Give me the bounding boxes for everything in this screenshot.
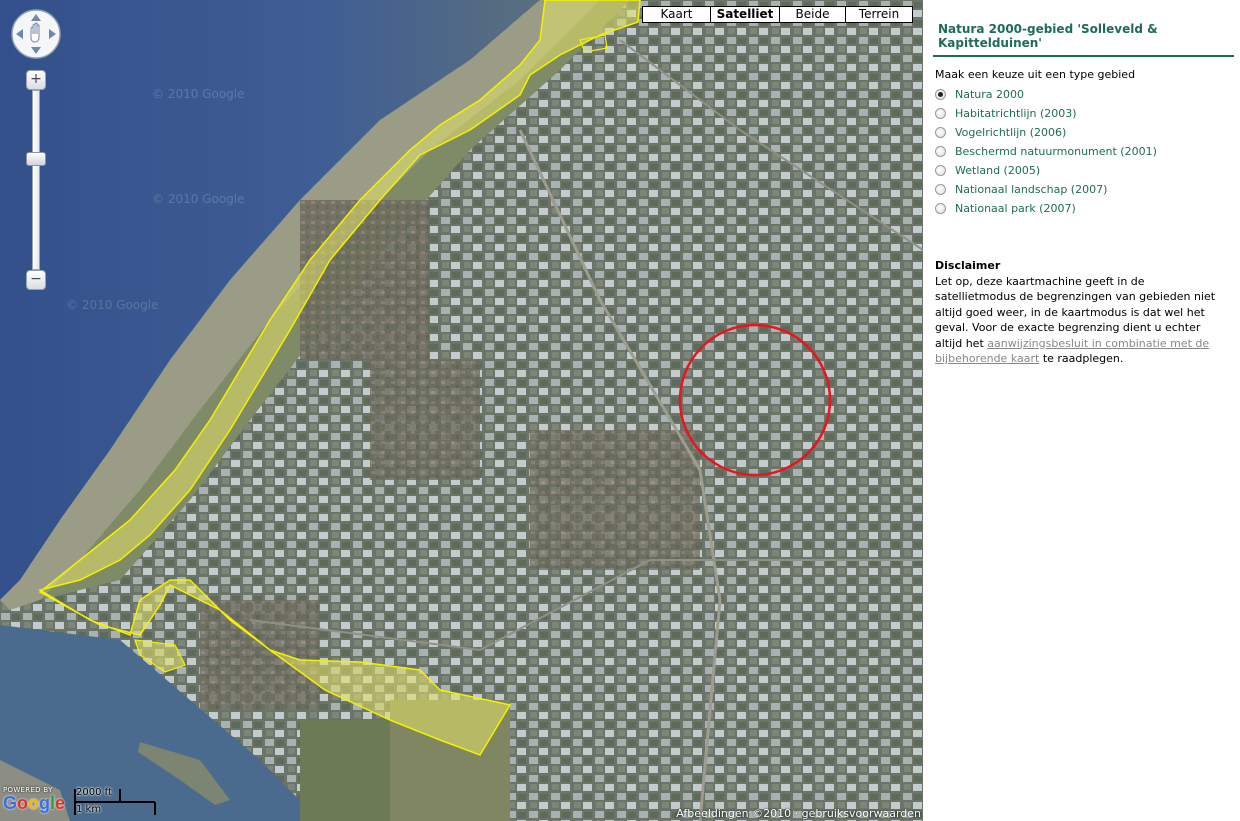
terms-link[interactable]: gebruiksvoorwaarden — [802, 807, 921, 820]
option-vogelrichtlijn[interactable]: Vogelrichtlijn (2006) — [935, 123, 1157, 142]
zoom-control: + − — [26, 70, 46, 292]
google-wordmark: Google — [3, 793, 66, 813]
zoom-slider-handle[interactable] — [26, 152, 46, 166]
option-label: Wetland (2005) — [955, 164, 1041, 177]
zoom-in-button[interactable]: + — [26, 70, 46, 90]
radio-button[interactable] — [935, 89, 946, 100]
title-divider — [933, 55, 1234, 57]
copyright-text: Afbeeldingen ©2010 · — [676, 807, 799, 820]
scale-imperial: 2000 ft — [76, 787, 112, 798]
option-wetland[interactable]: Wetland (2005) — [935, 161, 1157, 180]
map-attribution: Afbeeldingen ©2010 · gebruiksvoorwaarden — [676, 807, 921, 820]
scale-metric: 1 km — [76, 804, 102, 815]
map-type-beide[interactable]: Beide — [779, 6, 846, 23]
map-type-control: Kaart Satelliet Beide Terrein — [642, 6, 913, 23]
zoom-slider-track[interactable] — [32, 90, 40, 270]
map-type-terrein[interactable]: Terrein — [845, 6, 913, 23]
radio-button[interactable] — [935, 146, 946, 157]
satellite-imagery — [0, 0, 923, 821]
radio-button[interactable] — [935, 127, 946, 138]
disclaimer-end: te raadplegen. — [1042, 352, 1124, 365]
option-label: Vogelrichtlijn (2006) — [955, 126, 1067, 139]
disclaimer: Disclaimer Let op, deze kaartmachine gee… — [935, 258, 1225, 367]
option-label: Habitatrichtlijn (2003) — [955, 107, 1077, 120]
area-type-options: Natura 2000 Habitatrichtlijn (2003) Voge… — [935, 85, 1157, 218]
side-panel: Natura 2000-gebied 'Solleveld & Kapittel… — [923, 0, 1240, 821]
option-nationaal-landschap[interactable]: Nationaal landschap (2007) — [935, 180, 1157, 199]
area-type-label: Maak een keuze uit een type gebied — [935, 68, 1136, 81]
map-watermark: © 2010 Google — [66, 298, 159, 312]
google-logo[interactable]: POWERED BY Google — [3, 786, 67, 818]
map-watermark: © 2010 Google — [152, 87, 245, 101]
option-beschermd-natuurmonument[interactable]: Beschermd natuurmonument (2001) — [935, 142, 1157, 161]
radio-button[interactable] — [935, 108, 946, 119]
map-watermark: © 2010 Google — [152, 192, 245, 206]
radio-button[interactable] — [935, 203, 946, 214]
map-type-kaart[interactable]: Kaart — [642, 6, 711, 23]
option-label: Nationaal landschap (2007) — [955, 183, 1108, 196]
option-habitatrichtlijn[interactable]: Habitatrichtlijn (2003) — [935, 104, 1157, 123]
radio-button[interactable] — [935, 184, 946, 195]
disclaimer-text: Let op, deze kaartmachine geeft in de sa… — [935, 274, 1225, 367]
pan-control[interactable] — [10, 8, 62, 60]
disclaimer-heading: Disclaimer — [935, 259, 1001, 272]
radio-button[interactable] — [935, 165, 946, 176]
zoom-out-button[interactable]: − — [26, 270, 46, 290]
map-type-satelliet[interactable]: Satelliet — [710, 6, 780, 23]
option-label: Beschermd natuurmonument (2001) — [955, 145, 1157, 158]
option-nationaal-park[interactable]: Nationaal park (2007) — [935, 199, 1157, 218]
option-label: Nationaal park (2007) — [955, 202, 1076, 215]
option-label: Natura 2000 — [955, 88, 1025, 101]
option-natura-2000[interactable]: Natura 2000 — [935, 85, 1157, 104]
map-canvas[interactable]: © 2010 Google © 2010 Google © 2010 Googl… — [0, 0, 923, 821]
scale-bar: 2000 ft 1 km — [72, 787, 158, 819]
panel-title: Natura 2000-gebied 'Solleveld & Kapittel… — [938, 22, 1158, 50]
